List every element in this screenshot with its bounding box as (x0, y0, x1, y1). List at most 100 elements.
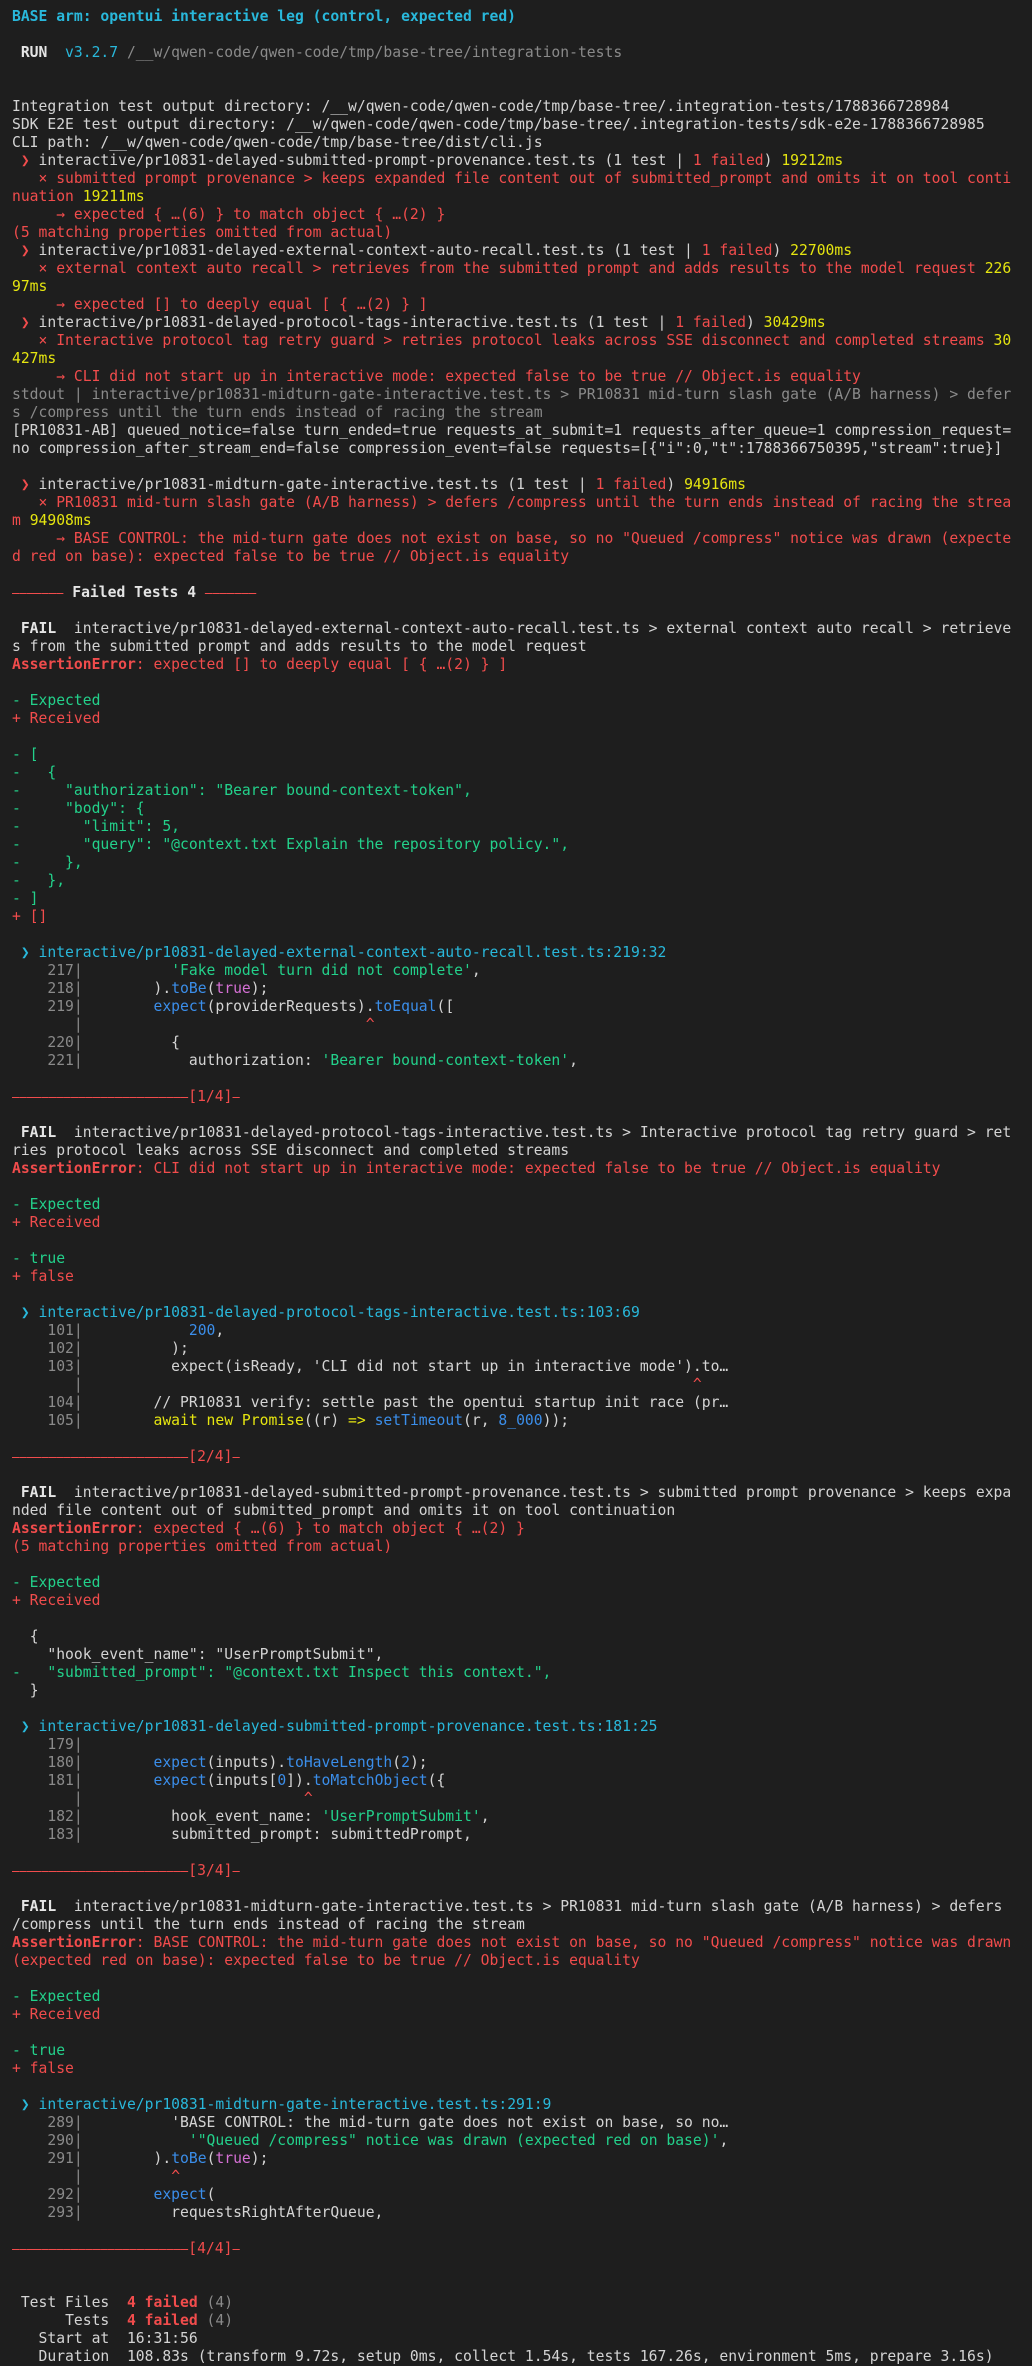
terminal-line: ❯ interactive/pr10831-delayed-external-c… (12, 242, 1020, 260)
terminal-text-segment: // PR10831 verify: settle past the opent… (82, 1394, 729, 1411)
terminal-text-segment: interactive/pr10831-delayed-protocol-tag… (38, 1304, 640, 1321)
terminal-line: ⎯⎯⎯⎯⎯⎯⎯⎯⎯⎯⎯⎯⎯⎯⎯⎯⎯⎯⎯⎯⎯⎯⎯⎯[4/4]⎯ (12, 2240, 1020, 2258)
terminal-text-segment: ); (82, 1340, 189, 1357)
terminal-text-segment: : expected [] to deeply equal [ { …(2) }… (135, 656, 508, 673)
terminal-line: ❯ interactive/pr10831-delayed-protocol-t… (12, 1304, 1020, 1322)
terminal-text-segment: 19212ms (781, 152, 844, 169)
terminal-text-segment: - Expected (12, 1196, 101, 1213)
terminal-text-segment: true (215, 2150, 251, 2167)
terminal-text-segment: ]). (286, 1772, 313, 1789)
terminal-text-segment: ^ (303, 1790, 313, 1807)
terminal-line: - }, (12, 854, 1020, 872)
terminal-line: CLI path: /__w/qwen-code/qwen-code/tmp/b… (12, 134, 1020, 152)
terminal-line: - { (12, 764, 1020, 782)
terminal-line: FAIL interactive/pr10831-delayed-externa… (12, 620, 1020, 656)
terminal-text-segment: - }, (12, 872, 66, 889)
terminal-text-segment: → expected { …(6) } to match object { …(… (12, 206, 446, 223)
terminal-text-segment: ⎯⎯⎯⎯⎯⎯⎯ (12, 584, 73, 601)
terminal-line: ⎯⎯⎯⎯⎯⎯⎯⎯⎯⎯⎯⎯⎯⎯⎯⎯⎯⎯⎯⎯⎯⎯⎯⎯[2/4]⎯ (12, 1448, 1020, 1466)
terminal-text-segment: expect (153, 2186, 207, 2203)
terminal-text-segment: - "body": { (12, 800, 145, 817)
terminal-line: - true (12, 2042, 1020, 2060)
terminal-text-segment: : expected { …(6) } to match object { …(… (135, 1520, 525, 1537)
terminal-line: + false (12, 2060, 1020, 2078)
terminal-line: × external context auto recall > retriev… (12, 260, 1020, 296)
terminal-line: [PR10831-AB] queued_notice=false turn_en… (12, 422, 1020, 458)
terminal-text-segment: - }, (12, 854, 83, 871)
terminal-text-segment: , (719, 2132, 729, 2149)
terminal-text-segment: | (73, 1736, 83, 1753)
terminal-line: Test Files 4 failed (4) (12, 2294, 1020, 2312)
terminal-text-segment: SDK E2E test output directory: /__w/qwen… (12, 116, 985, 133)
terminal-line: 290| '"Queued /compress" notice was draw… (12, 2132, 1020, 2150)
terminal-text-segment: | (73, 2204, 83, 2221)
terminal-text-segment: | (73, 1376, 83, 1393)
terminal-text-segment: ({ (427, 1772, 446, 1789)
terminal-text-segment: → CLI did not start up in interactive mo… (12, 368, 861, 385)
terminal-text-segment: ^ (365, 1016, 375, 1033)
terminal-line: ❯ interactive/pr10831-delayed-submitted-… (12, 152, 1020, 170)
terminal-text-segment: | (73, 1034, 83, 1051)
terminal-line: 219| expect(providerRequests).toEqual([ (12, 998, 1020, 1016)
terminal-text-segment: (r, (463, 1412, 499, 1429)
terminal-text-segment: )); (542, 1412, 570, 1429)
terminal-line: 102| ); (12, 1340, 1020, 1358)
terminal-text-segment: Failed Tests 4 (72, 584, 197, 601)
terminal-line: 218| ).toBe(true); (12, 980, 1020, 998)
terminal-line: ❯ interactive/pr10831-delayed-external-c… (12, 944, 1020, 962)
terminal-line: - Expected (12, 1574, 1020, 1592)
terminal-text-segment: | (73, 1394, 83, 1411)
terminal-line: ❯ interactive/pr10831-delayed-protocol-t… (12, 314, 1020, 332)
terminal-text-segment: 290 (12, 2132, 74, 2149)
terminal-text-segment: | (73, 1412, 83, 1429)
terminal-text-segment: 104 (12, 1394, 74, 1411)
terminal-text-segment: | (73, 1826, 83, 1843)
terminal-line: | ^ (12, 1790, 1020, 1808)
terminal-text-segment: | (73, 2168, 83, 2185)
terminal-text-segment: FAIL (12, 1124, 66, 1141)
terminal-text-segment: AssertionError (12, 1160, 136, 1177)
terminal-line: → CLI did not start up in interactive mo… (12, 368, 1020, 386)
terminal-line: 291| ).toBe(true); (12, 2150, 1020, 2168)
terminal-line: 180| expect(inputs).toHaveLength(2); (12, 1754, 1020, 1772)
terminal-line: × PR10831 mid-turn slash gate (A/B harne… (12, 494, 1020, 530)
terminal-line: FAIL interactive/pr10831-delayed-submitt… (12, 1484, 1020, 1520)
terminal-text-segment: (4) (197, 2294, 234, 2311)
terminal-line: FAIL interactive/pr10831-midturn-gate-in… (12, 1898, 1020, 1934)
terminal-text-segment: - true (12, 1250, 66, 1267)
terminal-text-segment: | (73, 2150, 83, 2167)
terminal-text-segment: → expected [] to deeply equal [ { …(2) }… (12, 296, 428, 313)
terminal-text-segment: requestsRightAfterQueue, (82, 2204, 384, 2221)
terminal-text-segment: expect (153, 1772, 207, 1789)
terminal-text-segment: ^ (171, 2168, 181, 2185)
terminal-text-segment: - [ (12, 746, 39, 763)
terminal-text-segment: ⎯⎯⎯⎯⎯⎯⎯ (196, 584, 257, 601)
terminal-text-segment: (inputs[ (206, 1772, 278, 1789)
terminal-text-segment: ); (250, 980, 269, 997)
terminal-text-segment: ⎯⎯⎯⎯⎯⎯⎯⎯⎯⎯⎯⎯⎯⎯⎯⎯⎯⎯⎯⎯⎯⎯⎯⎯[2/4]⎯ (12, 1448, 240, 1465)
terminal-text-segment: - Expected (12, 1574, 101, 1591)
terminal-line: - "authorization": "Bearer bound-context… (12, 782, 1020, 800)
terminal-text-segment: 0 (277, 1772, 287, 1789)
terminal-text-segment: } (12, 1682, 39, 1699)
terminal-text-segment: { (12, 1628, 39, 1645)
